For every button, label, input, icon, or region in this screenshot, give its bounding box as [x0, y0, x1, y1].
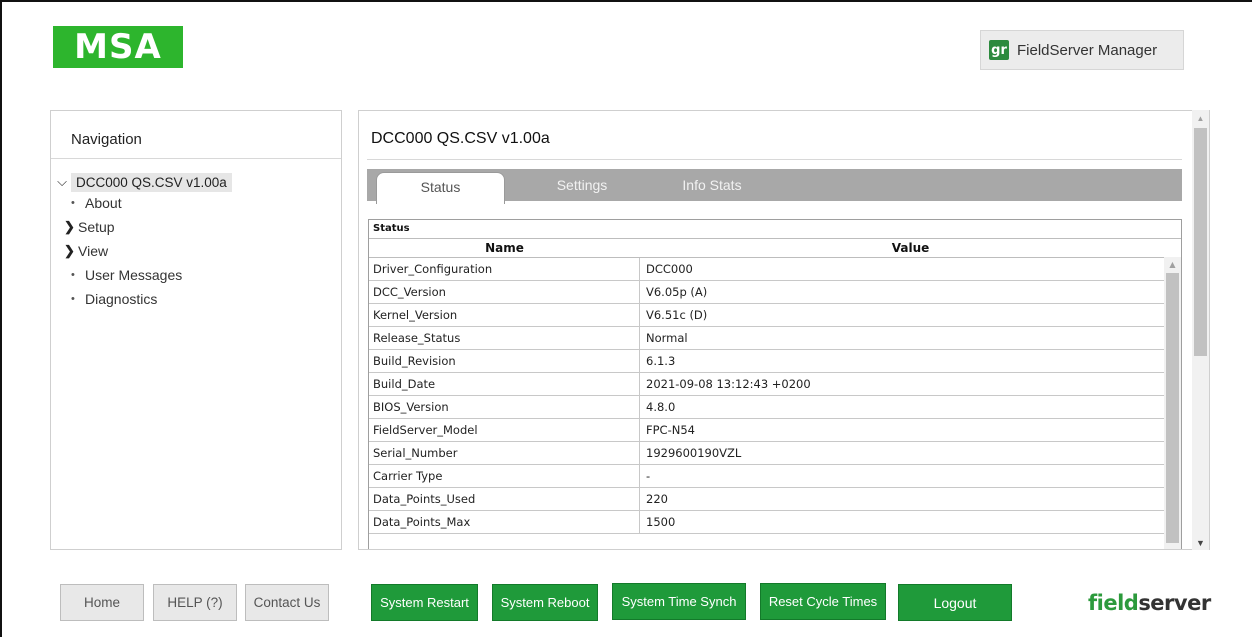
nav-item-view[interactable]: ❯ View	[64, 243, 108, 259]
table-scrollbar[interactable]: ▲	[1164, 257, 1181, 549]
table-row: Driver_Configuration DCC000	[369, 258, 1181, 281]
nav-item-user-messages[interactable]: • User Messages	[71, 267, 182, 283]
scroll-up-icon[interactable]: ▲	[1192, 114, 1209, 123]
navigation-title: Navigation	[71, 131, 142, 148]
bullet-icon: •	[71, 293, 75, 305]
bullet-icon: •	[71, 269, 75, 281]
chevron-right-icon[interactable]: ❯	[64, 219, 78, 235]
table-row: DCC_Version V6.05p (A)	[369, 281, 1181, 304]
nav-item-label[interactable]: User Messages	[85, 267, 182, 283]
status-header-row: Name Value	[369, 239, 1181, 258]
table-row: Data_Points_Used 220	[369, 488, 1181, 511]
table-row: Release_Status Normal	[369, 327, 1181, 350]
nav-root-label[interactable]: DCC000 QS.CSV v1.00a	[71, 172, 232, 192]
row-value: 2021-09-08 13:12:43 +0200	[646, 377, 811, 391]
navigation-divider	[51, 158, 341, 159]
table-row: Data_Points_Max 1500	[369, 511, 1181, 534]
window-frame-top	[0, 0, 1252, 2]
system-restart-button[interactable]: System Restart	[371, 584, 478, 621]
row-value: Normal	[646, 331, 688, 345]
row-value: DCC000	[646, 262, 693, 276]
home-button[interactable]: Home	[60, 584, 144, 621]
row-name: FieldServer_Model	[369, 419, 640, 441]
row-name: Kernel_Version	[369, 304, 640, 326]
column-header-name: Name	[485, 241, 524, 255]
nav-item-label[interactable]: View	[78, 243, 108, 259]
row-name: Build_Date	[369, 373, 640, 395]
fieldserver-logo-part1: field	[1088, 591, 1139, 615]
row-name: Release_Status	[369, 327, 640, 349]
row-value: 6.1.3	[646, 354, 676, 368]
table-row: BIOS_Version 4.8.0	[369, 396, 1181, 419]
table-row: Build_Revision 6.1.3	[369, 350, 1181, 373]
status-caption: Status	[369, 220, 1181, 239]
row-value: V6.05p (A)	[646, 285, 708, 299]
row-name: Build_Revision	[369, 350, 640, 372]
tab-status[interactable]: Status	[376, 172, 505, 204]
fieldserver-logo-part2: server	[1138, 591, 1211, 615]
nav-item-label[interactable]: Setup	[78, 219, 115, 235]
nav-item-diagnostics[interactable]: • Diagnostics	[71, 291, 157, 307]
chevron-right-icon[interactable]: ❯	[64, 243, 78, 259]
tab-bar: Status Settings Info Stats	[367, 169, 1182, 204]
row-value: 4.8.0	[646, 400, 676, 414]
nav-root-node[interactable]: ⌵ DCC000 QS.CSV v1.00a	[54, 171, 232, 193]
navigation-panel: Navigation ⌵ DCC000 QS.CSV v1.00a • Abou…	[50, 110, 342, 550]
system-time-synch-button[interactable]: System Time Synch	[612, 583, 746, 620]
fieldserver-manager-label: FieldServer Manager	[1017, 41, 1158, 59]
table-scrollbar-thumb[interactable]	[1166, 273, 1179, 543]
scroll-down-icon[interactable]: ▼	[1192, 538, 1209, 548]
nav-item-label[interactable]: Diagnostics	[85, 291, 157, 307]
title-divider	[367, 159, 1182, 160]
table-row: Kernel_Version V6.51c (D)	[369, 304, 1181, 327]
contact-us-button[interactable]: Contact Us	[245, 584, 329, 621]
row-value: 1500	[646, 515, 676, 529]
fieldserver-manager-icon: gr	[989, 40, 1009, 60]
row-value: -	[646, 469, 651, 483]
window-frame-left	[0, 0, 2, 637]
row-name: Data_Points_Max	[369, 511, 640, 533]
row-name: DCC_Version	[369, 281, 640, 303]
fieldserver-manager-button[interactable]: gr FieldServer Manager	[980, 30, 1184, 70]
status-rows: Driver_Configuration DCC000 DCC_Version V6…	[369, 258, 1181, 534]
row-value: 220	[646, 492, 668, 506]
msa-logo: MSA	[53, 26, 183, 68]
fieldserver-logo: fieldserver	[1088, 591, 1211, 615]
page-scrollbar[interactable]: ▲ ▼	[1192, 110, 1209, 550]
row-name: Carrier Type	[369, 465, 640, 487]
row-name: Serial_Number	[369, 442, 640, 464]
chevron-down-icon[interactable]: ⌵	[54, 174, 70, 190]
table-row: Carrier Type -	[369, 465, 1181, 488]
row-value: FPC-N54	[646, 423, 695, 437]
row-value: 1929600190VZL	[646, 446, 742, 460]
reset-cycle-times-button[interactable]: Reset Cycle Times	[760, 583, 886, 620]
row-name: Driver_Configuration	[369, 258, 640, 280]
row-name: BIOS_Version	[369, 396, 640, 418]
system-reboot-button[interactable]: System Reboot	[492, 584, 598, 621]
table-row: Build_Date 2021-09-08 13:12:43 +0200	[369, 373, 1181, 396]
page-scrollbar-thumb[interactable]	[1194, 128, 1207, 356]
table-row: FieldServer_Model FPC-N54	[369, 419, 1181, 442]
bullet-icon: •	[71, 197, 75, 209]
logo-text: MSA	[74, 27, 162, 67]
nav-item-setup[interactable]: ❯ Setup	[64, 219, 115, 235]
page-title: DCC000 QS.CSV v1.00a	[371, 130, 550, 147]
tab-settings[interactable]: Settings	[537, 169, 627, 201]
nav-item-label[interactable]: About	[85, 195, 122, 211]
help-button[interactable]: HELP (?)	[153, 584, 237, 621]
scroll-up-icon[interactable]: ▲	[1164, 260, 1181, 269]
row-name: Data_Points_Used	[369, 488, 640, 510]
table-row: Serial_Number 1929600190VZL	[369, 442, 1181, 465]
column-header-value: Value	[891, 241, 930, 255]
row-value: V6.51c (D)	[646, 308, 708, 322]
status-table: Status Name Value Driver_Configuration DC…	[368, 219, 1182, 549]
logout-button[interactable]: Logout	[898, 584, 1012, 621]
nav-item-about[interactable]: • About	[71, 195, 122, 211]
tab-info-stats[interactable]: Info Stats	[667, 169, 757, 201]
main-panel: DCC000 QS.CSV v1.00a Status Settings Inf…	[358, 110, 1210, 550]
